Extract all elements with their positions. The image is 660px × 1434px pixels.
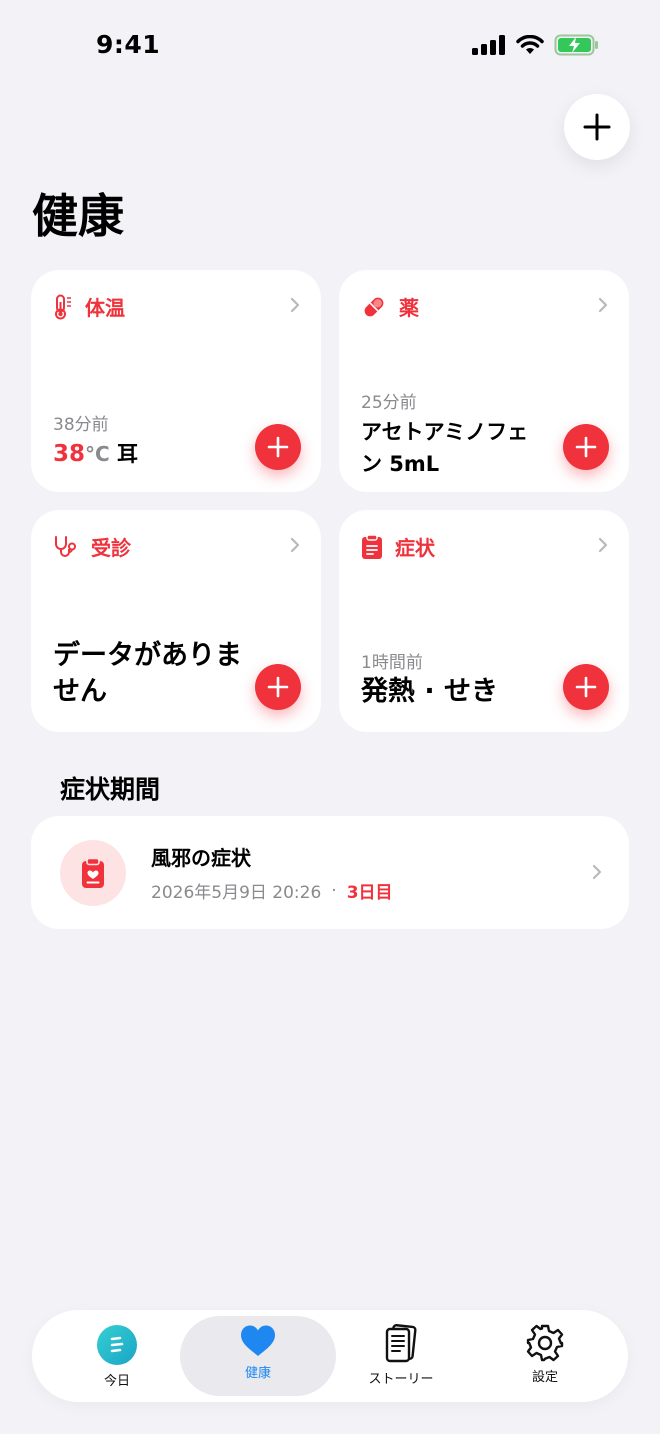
temperature-value: 38: [53, 441, 86, 467]
plus-icon: [267, 436, 289, 458]
card-title: 体温: [85, 296, 125, 320]
temperature-unit: °C: [85, 442, 110, 466]
tab-label: 健康: [244, 1366, 271, 1381]
tab-label: 今日: [103, 1374, 130, 1389]
add-medicine-button[interactable]: [563, 424, 609, 470]
temperature-reading: 38°C 耳: [53, 438, 138, 470]
pill-icon: [364, 297, 384, 316]
add-temperature-button[interactable]: [255, 424, 301, 470]
wifi-icon: [516, 35, 544, 54]
tab-settings[interactable]: 設定: [470, 1316, 620, 1396]
visit-card[interactable]: 受診 データがありません: [31, 510, 321, 732]
tab-label: ストーリー: [368, 1372, 434, 1387]
section-title: 症状期間: [60, 775, 161, 804]
plus-icon: [575, 676, 597, 698]
heart-icon: [241, 1325, 275, 1356]
add-symptom-button[interactable]: [563, 664, 609, 710]
chevron-right-icon: [598, 537, 608, 553]
period-date: 2026年5月9日 20:26: [151, 883, 322, 903]
no-data-label: データがありません: [53, 640, 242, 707]
clipboard-heart-icon: [82, 857, 104, 888]
tab-story[interactable]: ストーリー: [326, 1316, 476, 1396]
status-time: 9:41: [96, 30, 161, 59]
page-title: 健康: [32, 189, 124, 243]
today-app-icon: [97, 1325, 137, 1365]
symptoms-card[interactable]: 症状 1時間前 発熱 · せき: [339, 510, 629, 732]
separator: ·: [331, 880, 337, 901]
period-title: 風邪の症状: [151, 846, 251, 870]
cellular-signal-icon: [472, 35, 505, 55]
plus-icon: [583, 113, 611, 141]
thermometer-icon: [55, 294, 71, 319]
period-icon: [60, 840, 126, 906]
card-title: 受診: [91, 536, 131, 560]
add-visit-button[interactable]: [255, 664, 301, 710]
tab-label: 設定: [531, 1370, 558, 1385]
add-button[interactable]: [564, 94, 630, 160]
card-title: 症状: [395, 536, 435, 560]
last-updated: 1時間前: [361, 653, 423, 673]
tab-bar: 今日 健康 ストーリー 設定: [32, 1310, 628, 1402]
health-screen: 9:41 健康 体温 38分前 38°C 耳 薬 25分前 アセトアミノフェン …: [0, 0, 660, 1434]
period-day-count: 3日目: [346, 883, 393, 903]
gear-icon: [526, 1324, 564, 1362]
medicine-card[interactable]: 薬 25分前 アセトアミノフェン 5mL: [339, 270, 629, 492]
tab-today[interactable]: 今日: [42, 1316, 192, 1396]
plus-icon: [575, 436, 597, 458]
chevron-right-icon: [598, 297, 608, 313]
chevron-right-icon: [592, 864, 602, 880]
period-meta: 2026年5月9日 20:26 · 3日目: [151, 878, 393, 904]
plus-icon: [267, 676, 289, 698]
last-updated: 25分前: [361, 393, 417, 413]
measurement-site: 耳: [117, 442, 139, 466]
tab-health[interactable]: 健康: [180, 1316, 336, 1396]
book-icon: [385, 1324, 417, 1363]
card-title: 薬: [399, 296, 419, 320]
chevron-right-icon: [290, 537, 300, 553]
clipboard-icon: [362, 533, 382, 559]
medicine-name: アセトアミノフェン 5mL: [361, 420, 529, 476]
battery-charging-icon: [554, 34, 598, 56]
last-updated: 38分前: [53, 415, 109, 435]
chevron-right-icon: [290, 297, 300, 313]
status-icons: [472, 34, 600, 56]
stethoscope-icon: [55, 535, 76, 557]
temperature-card[interactable]: 体温 38分前 38°C 耳: [31, 270, 321, 492]
symptom-list: 発熱 · せき: [361, 676, 499, 707]
symptom-period-item[interactable]: 風邪の症状 2026年5月9日 20:26 · 3日目: [31, 816, 629, 929]
